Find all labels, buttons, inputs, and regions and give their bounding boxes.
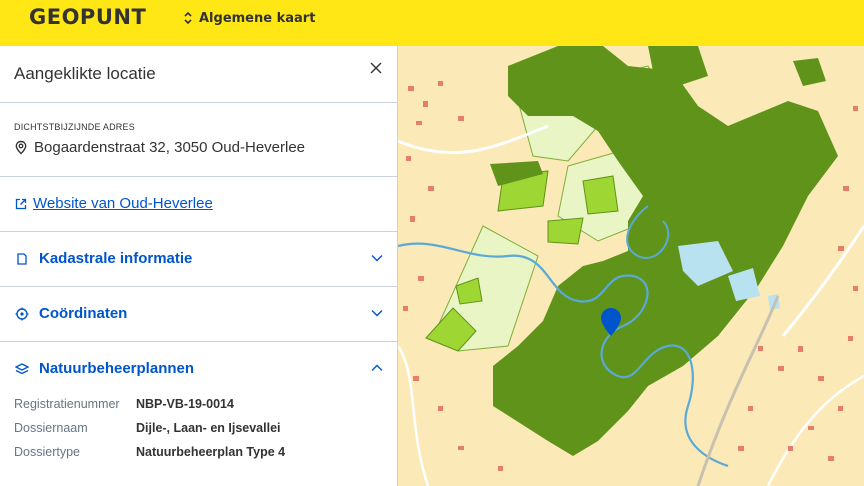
section-coordinaten[interactable]: Coördinaten (0, 287, 397, 342)
expand-toggle[interactable] (371, 309, 383, 317)
website-link[interactable]: Website van Oud-Heverlee (15, 195, 213, 212)
sort-updown-icon (184, 11, 192, 25)
address-value: Bogaardenstraat 32, 3050 Oud-Heverlee (34, 139, 306, 156)
detail-row: Dossiernaam Dijle-, Laan- en Ijsevallei (14, 421, 383, 435)
website-section: Website van Oud-Heverlee (0, 177, 397, 232)
base-layer-switcher[interactable]: Algemene kaart (183, 8, 315, 28)
nature-reserve-area (493, 46, 838, 456)
parcel-icon (17, 252, 27, 265)
detail-key: Dossiertype (14, 445, 80, 459)
meadow-parcel (582, 175, 619, 215)
expand-toggle[interactable] (371, 254, 383, 262)
address-label: DICHTSTBIJZIJNDE ADRES (14, 122, 135, 132)
panel-header: Aangeklikte locatie (0, 46, 397, 103)
detail-value: Natuurbeheerplan Type 4 (136, 445, 286, 459)
road-line (781, 225, 864, 337)
section-label: Kadastrale informatie (39, 250, 193, 267)
chevron-up-icon (371, 364, 383, 371)
detail-value: NBP-VB-19-0014 (136, 397, 234, 411)
section-natuurbeheerplannen[interactable]: Natuurbeheerplannen Registratienummer NB… (0, 342, 397, 459)
nature-reserve-area (793, 58, 826, 86)
detail-row: Dossiertype Natuurbeheerplan Type 4 (14, 445, 383, 459)
detail-key: Registratienummer (14, 397, 120, 411)
map-canvas[interactable] (398, 46, 864, 486)
location-pin-icon (15, 140, 27, 155)
detail-key: Dossiernaam (14, 421, 88, 435)
layers-icon (15, 362, 29, 374)
map-graphic (398, 46, 864, 486)
detail-row: Registratienummer NBP-VB-19-0014 (14, 397, 383, 411)
panel-title: Aangeklikte locatie (14, 64, 156, 83)
nature-plan-details: Registratienummer NBP-VB-19-0014 Dossier… (0, 397, 397, 459)
section-label: Natuurbeheerplannen (39, 360, 195, 377)
meadow-parcel (547, 217, 584, 245)
road-line (398, 345, 430, 486)
chevron-down-icon (371, 255, 383, 262)
section-label: Coördinaten (39, 305, 128, 322)
website-link-label: Website van Oud-Heverlee (33, 195, 213, 212)
collapse-toggle[interactable] (371, 364, 383, 372)
location-panel: Aangeklikte locatie DICHTSTBIJZIJNDE ADR… (0, 46, 398, 486)
external-link-icon (15, 198, 27, 209)
top-bar: GEOPUNT Algemene kaart (0, 0, 864, 46)
chevron-down-icon (371, 310, 383, 317)
target-icon (15, 307, 29, 320)
close-icon (370, 62, 382, 74)
section-kadastrale-informatie[interactable]: Kadastrale informatie (0, 232, 397, 287)
address-row: Bogaardenstraat 32, 3050 Oud-Heverlee (14, 139, 305, 156)
close-button[interactable] (369, 61, 383, 75)
detail-value: Dijle-, Laan- en Ijsevallei (136, 421, 281, 435)
app-logo[interactable]: GEOPUNT (29, 5, 146, 29)
road-line (766, 374, 864, 486)
nearest-address: DICHTSTBIJZIJNDE ADRES Bogaardenstraat 3… (0, 103, 397, 177)
base-layer-label: Algemene kaart (199, 10, 316, 26)
